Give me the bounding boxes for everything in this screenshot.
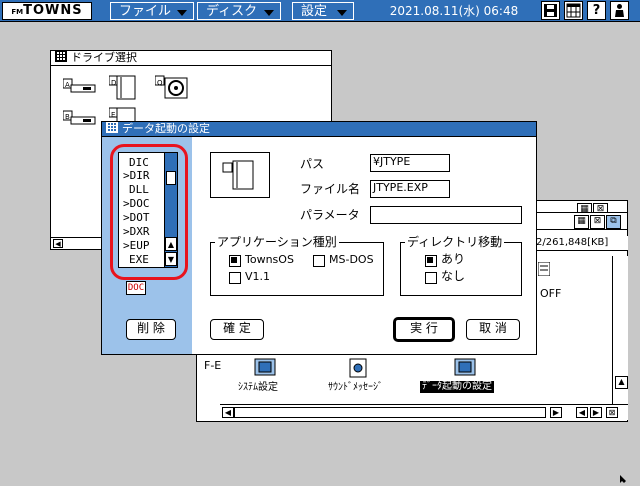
icon-label-data-launch-settings: ﾃﾞｰﾀ起動の設定 [420, 381, 494, 393]
chevron-down-icon [264, 10, 274, 16]
dir-move-group: ディレクトリ移動 あり なし [400, 235, 522, 296]
drive-letter: D [111, 79, 117, 87]
grid-icon [106, 122, 118, 133]
towns-os-checkbox[interactable] [229, 255, 241, 267]
dir-move-no-checkbox[interactable] [425, 272, 437, 284]
parameter-label: パラメータ [300, 208, 360, 222]
menu-bar: FMTOWNS ファイル ディスク 設定 2021.08.11(水) 06:48… [0, 0, 640, 22]
icon-label-off: OFF [540, 287, 562, 300]
arrow-right-icon[interactable]: ▶ [590, 407, 602, 418]
data-launch-settings-dialog: データ起動の設定 DIC >DIR DLL >DOC >DOT >DXR >EU… [101, 121, 537, 355]
system-settings-icon[interactable] [254, 358, 276, 379]
ms-dos-checkbox[interactable] [313, 255, 325, 267]
chevron-down-icon [177, 10, 187, 16]
save-icon[interactable] [541, 1, 560, 20]
menu-file[interactable]: ファイル [110, 2, 194, 20]
close-icon[interactable]: ⊠ [606, 407, 618, 418]
fm-towns-logo[interactable]: FMTOWNS [2, 2, 92, 20]
v11-checkbox[interactable] [229, 272, 241, 284]
scroll-thumb[interactable] [234, 407, 546, 418]
drive-letter: E [111, 111, 116, 119]
red-highlight-outline [110, 144, 188, 280]
drive-letter: B [65, 113, 70, 121]
cancel-button[interactable]: 取 消 [466, 319, 520, 340]
run-button[interactable]: 実 行 [394, 318, 454, 341]
drive-window-titlebar: ドライブ選択 [51, 51, 331, 66]
delete-button[interactable]: 削 除 [126, 319, 176, 340]
mouse-cursor-icon [620, 472, 628, 483]
logo-prefix: FM [11, 8, 24, 16]
clock: 2021.08.11(水) 06:48 [389, 4, 519, 18]
grid-icon[interactable] [564, 1, 583, 20]
dir-move-yes-label: あり [441, 252, 466, 266]
icon-label-sound-message: ｻｳﾝﾄﾞﾒｯｾｰｼﾞ [328, 382, 383, 393]
icon-label-partial: F-E [204, 359, 222, 372]
app-type-group-label: アプリケーション種別 [215, 235, 339, 249]
path-label: パス [300, 157, 325, 171]
dir-move-no-label: なし [441, 269, 466, 283]
divider [536, 250, 628, 251]
arrow-left-icon[interactable]: ◀ [222, 407, 234, 418]
filename-field[interactable]: JTYPE.EXP [370, 180, 450, 198]
logo-text: TOWNS [23, 3, 83, 18]
grid-icon[interactable]: ▦ [574, 215, 589, 229]
menu-settings[interactable]: 設定 [292, 2, 354, 20]
app-type-group: アプリケーション種別 TownsOS MS-DOS V1.1 [210, 235, 384, 296]
chevron-down-icon [337, 10, 347, 16]
back-window-scrollbar[interactable]: ▲ [612, 256, 628, 404]
filename-label: ファイル名 [300, 182, 361, 196]
icon-label-system-settings: ｼｽﾃﾑ設定 [238, 382, 278, 393]
towns-os-label: TownsOS [245, 253, 294, 266]
arrow-left-icon[interactable]: ◀ [576, 407, 588, 418]
parameter-field[interactable] [370, 206, 522, 224]
drive-letter: Q [157, 79, 163, 87]
close-icon[interactable]: ⊠ [590, 215, 605, 229]
window-icon[interactable]: ⧉ [606, 215, 621, 229]
menu-label: ファイル [119, 4, 172, 19]
document-icon [222, 160, 254, 190]
arrow-right-icon[interactable]: ▶ [550, 407, 562, 418]
sound-message-icon[interactable] [348, 358, 370, 381]
menu-disk[interactable]: ディスク [197, 2, 281, 20]
path-field[interactable]: ¥JTYPE [370, 154, 450, 172]
person-icon[interactable] [610, 1, 629, 20]
dir-move-yes-checkbox[interactable] [425, 255, 437, 267]
app-icon[interactable] [537, 261, 551, 279]
menu-label: ディスク [206, 4, 258, 19]
help-icon[interactable]: ? [587, 1, 606, 20]
menu-label: 設定 [301, 4, 328, 19]
file-icon-frame [210, 152, 270, 198]
data-launch-settings-icon[interactable] [454, 358, 476, 379]
drive-window-title: ドライブ選択 [71, 51, 137, 64]
horizontal-scrollbar[interactable]: ◀ ▶ ◀ ▶ ⊠ [220, 404, 628, 420]
ms-dos-label: MS-DOS [329, 253, 374, 266]
back-window-toolbar: ▦ ⊠ ⧉ [536, 212, 628, 230]
drive-letter: A [65, 81, 70, 89]
confirm-button[interactable]: 確 定 [210, 319, 264, 340]
dialog-titlebar: データ起動の設定 [102, 122, 536, 137]
dir-move-group-label: ディレクトリ移動 [405, 235, 505, 249]
dialog-title: データ起動の設定 [122, 122, 210, 135]
v11-label: V1.1 [245, 270, 271, 283]
grid-icon [55, 51, 67, 62]
arrow-left-icon[interactable]: ◀ [53, 239, 63, 248]
doc-badge: DOC [126, 281, 146, 295]
disk-size-label: 2/261,848[KB] [536, 236, 628, 250]
